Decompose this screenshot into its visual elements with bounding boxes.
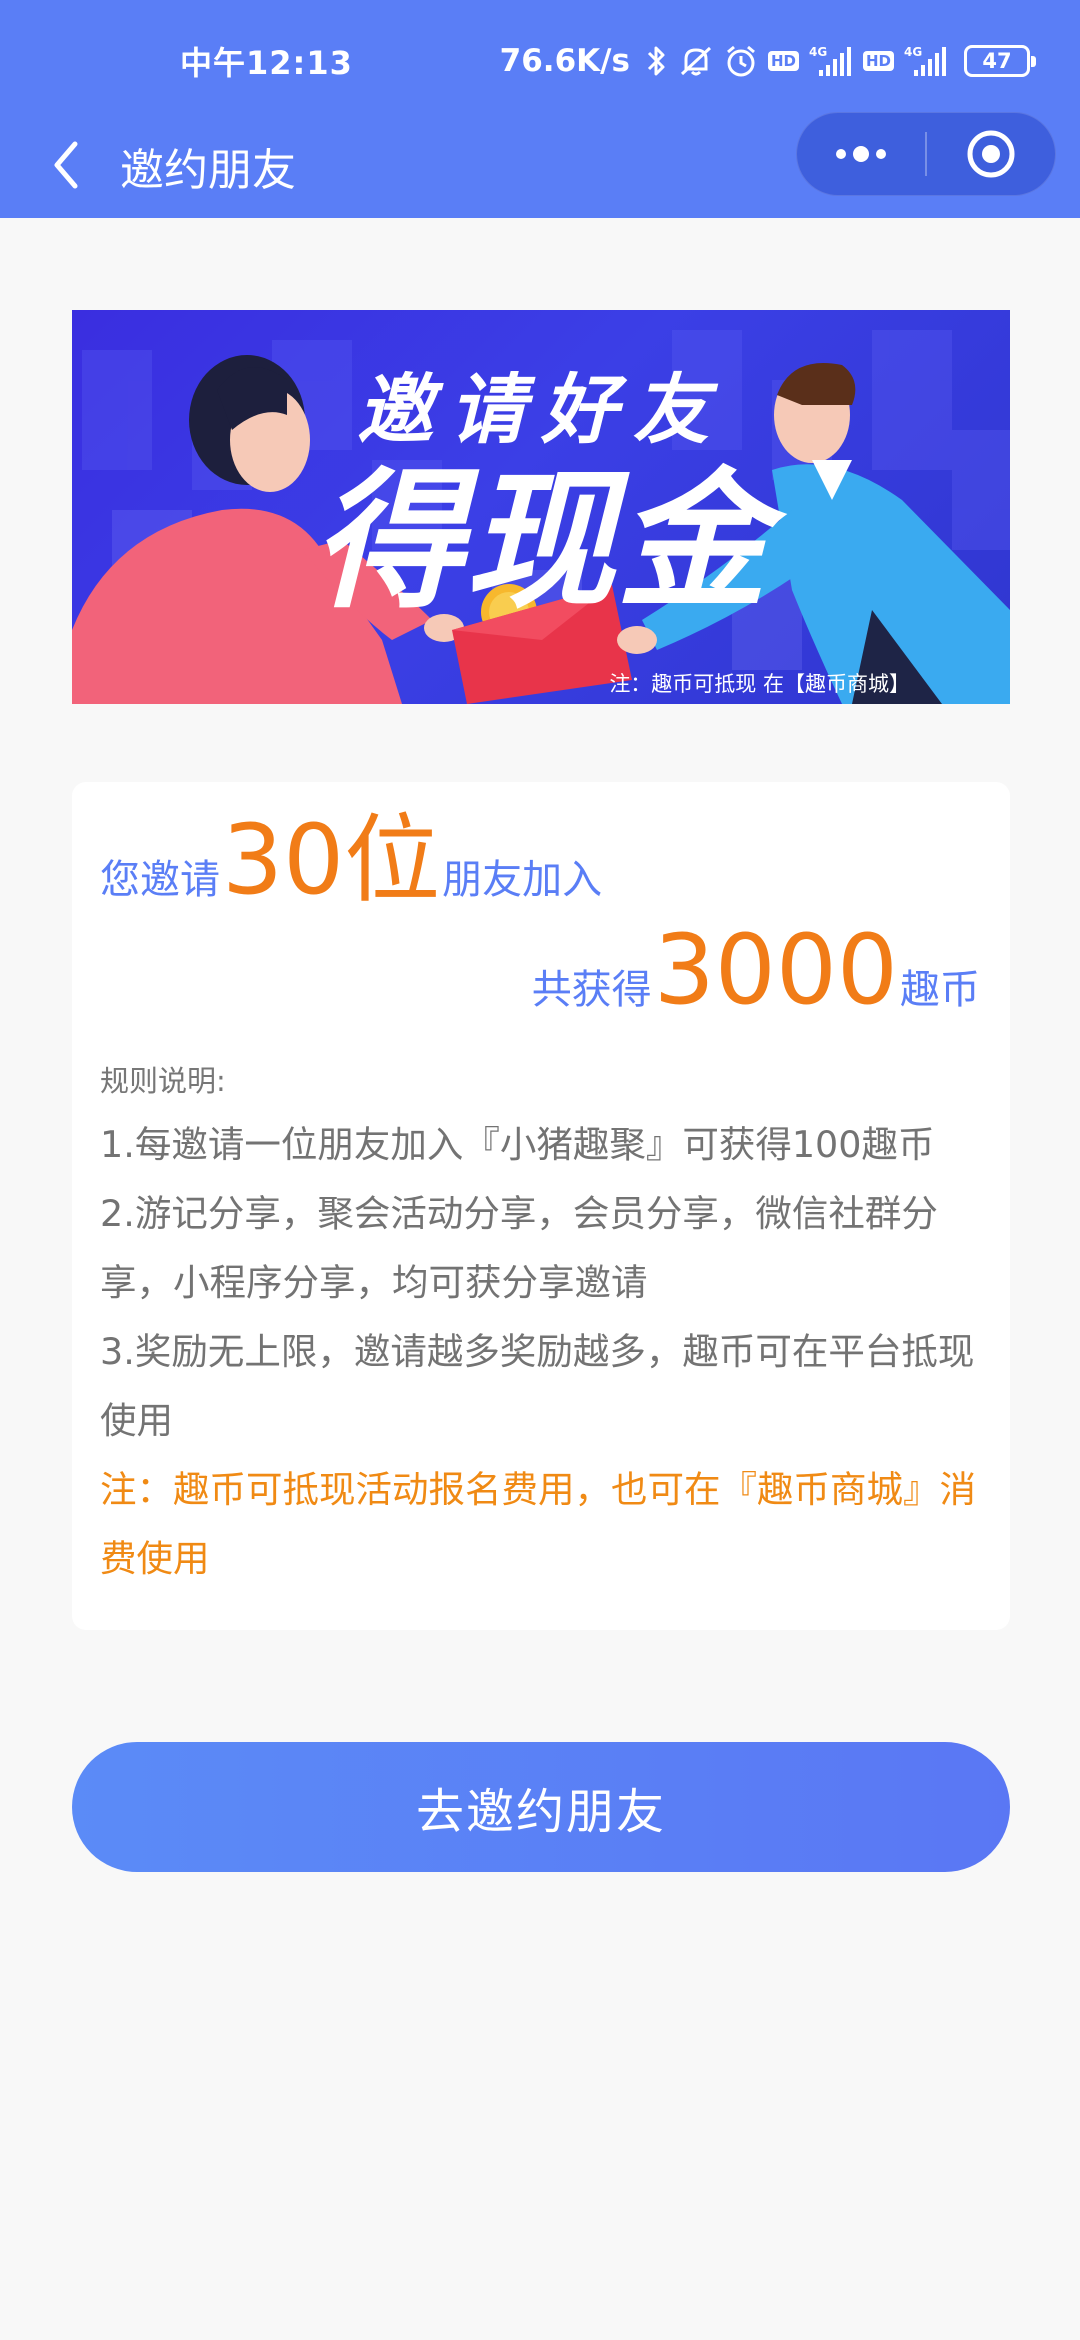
invite-count-line: 您邀请 30位 朋友加入 [100,812,602,908]
close-miniprogram-button[interactable] [927,112,1055,196]
rules-title: 规则说明: [100,1064,226,1098]
invite-friends-button[interactable]: 去邀约朋友 [72,1742,1010,1872]
more-button[interactable] [797,112,925,196]
signal-4g-icon: 4G [809,44,853,78]
status-icons: 76.6K/s HD 4G HD 4G 47 [499,36,1036,86]
rule-item: 1.每邀请一位朋友加入『小猪趣聚』可获得100趣币 [100,1123,935,1166]
page-title: 邀约朋友 [120,145,296,196]
nav-bar: 邀约朋友 [0,112,1080,218]
chevron-left-icon [54,141,78,189]
bluetooth-icon [646,44,668,78]
app-header: 中午12:13 76.6K/s HD 4G HD 4G 47 邀约朋友 [0,0,1080,218]
earn-prefix: 共获得 [531,967,652,1013]
earned-coins-line: 共获得 3000 趣币 [532,922,980,1018]
more-dots-icon [836,146,886,162]
hd-icon: HD [767,51,799,71]
target-close-icon [967,130,1015,178]
status-time: 中午12:13 [180,44,353,82]
battery-level: 47 [982,49,1012,73]
invite-suffix: 朋友加入 [442,857,603,903]
invite-prefix: 您邀请 [100,857,220,903]
invite-summary-card: 您邀请 30位 朋友加入 共获得 3000 趣币 规则说明: 1.每邀请一位朋友… [72,782,1010,1630]
banner-headline-main: 得现金 [312,455,769,629]
banner-note: 注：趣币可抵现 在【趣币商城】 [609,672,910,696]
network-speed: 76.6K/s [499,43,630,79]
miniprogram-capsule [796,112,1056,196]
earn-suffix: 趣币 [900,967,980,1013]
signal-4g-icon: 4G [904,44,948,78]
rule-item: 2.游记分享，聚会活动分享，会员分享，微信社群分享，小程序分享，均可获分享邀请 [100,1192,938,1304]
status-bar: 中午12:13 76.6K/s HD 4G HD 4G 47 [0,0,1080,120]
promo-banner: 邀请好友 得现金 注：趣币可抵现 在【趣币商城】 [72,310,1010,704]
mute-bell-icon [678,44,714,78]
invite-count: 30位 [222,804,441,916]
rule-item: 3.奖励无上限，邀请越多奖励越多，趣币可在平台抵现使用 [100,1330,975,1442]
back-button[interactable] [36,130,96,200]
svg-text:4G: 4G [904,45,922,59]
hd-icon: HD [862,51,894,71]
battery-icon: 47 [964,45,1036,77]
earned-amount: 3000 [653,914,898,1026]
rules-list: 1.每邀请一位朋友加入『小猪趣聚』可获得100趣币 2.游记分享，聚会活动分享，… [100,1110,984,1593]
rules-note: 注：趣币可抵现活动报名费用，也可在『趣币商城』消费使用 [100,1468,976,1580]
alarm-icon [724,44,758,78]
svg-text:4G: 4G [809,45,827,59]
